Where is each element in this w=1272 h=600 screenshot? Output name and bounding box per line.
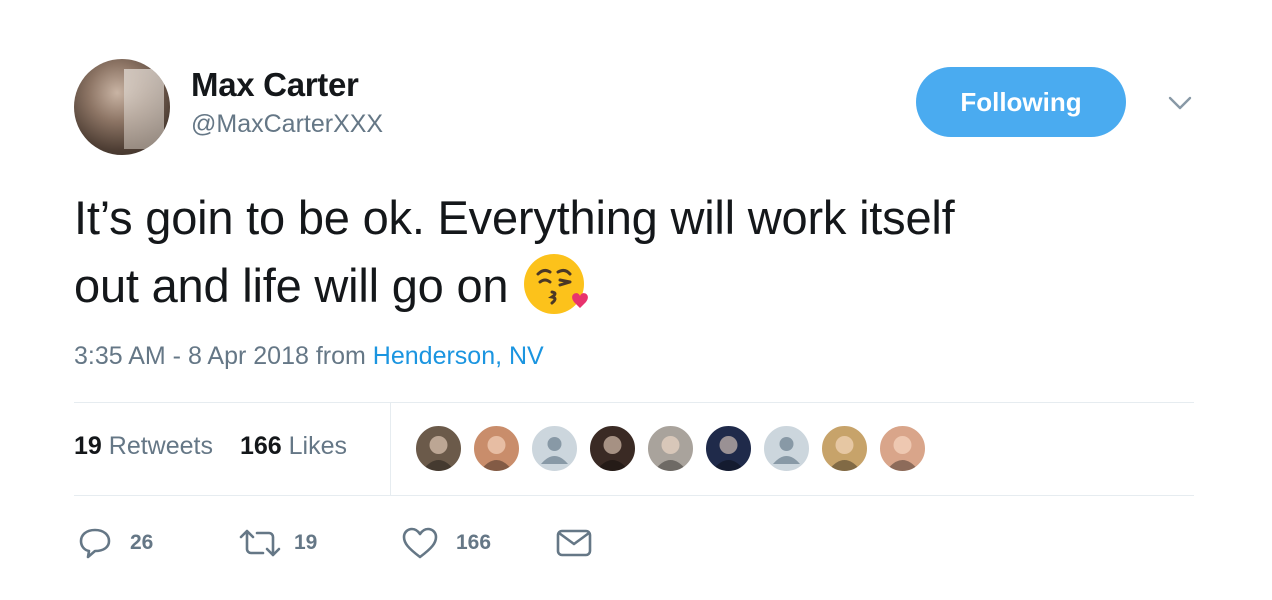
tweet-text: It’s goin to be ok. Everything will work… (74, 184, 1194, 322)
retweet-action[interactable]: 19 (238, 528, 402, 558)
stats-divider (390, 402, 391, 495)
tweet-timestamp[interactable]: 3:35 AM - 8 Apr 2018 (74, 342, 309, 370)
likes-stat[interactable]: 166 Likes (240, 432, 347, 460)
tweet-meta: 3:35 AM - 8 Apr 2018 from Henderson, NV (74, 342, 544, 371)
author-avatar[interactable] (74, 59, 170, 155)
tweet-stats: 19 Retweets 166 Likes (74, 432, 367, 461)
tweet-location-link[interactable]: Henderson, NV (373, 342, 544, 370)
retweet-icon (239, 529, 281, 557)
kissing-face-emoji-icon (524, 253, 589, 314)
retweets-stat[interactable]: 19 Retweets (74, 432, 213, 460)
tweet-text-line-1: It’s goin to be ok. Everything will work… (74, 191, 955, 244)
message-action[interactable] (556, 529, 592, 557)
liker-avatar-9[interactable] (878, 424, 927, 473)
likes-count: 166 (239, 432, 282, 460)
tweet-text-line-2: out and life will go on (74, 252, 1194, 322)
tweet-card: Max Carter @MaxCarterXXX Following It’s … (0, 0, 1272, 600)
retweet-count: 19 (294, 531, 318, 554)
liker-avatar-8[interactable] (820, 424, 869, 473)
retweets-count: 19 (74, 432, 102, 460)
reply-icon (79, 528, 111, 559)
liker-avatar-4[interactable] (588, 424, 637, 473)
chevron-down-icon[interactable] (1166, 92, 1194, 114)
like-action[interactable]: 166 (402, 527, 556, 559)
reply-action[interactable]: 26 (78, 526, 238, 560)
liker-avatar-7-default[interactable] (762, 424, 811, 473)
retweets-label: Retweets (108, 432, 213, 460)
like-count: 166 (456, 531, 492, 554)
liker-avatars (414, 424, 936, 473)
following-button[interactable]: Following (916, 67, 1126, 137)
liker-avatar-5[interactable] (646, 424, 695, 473)
liker-avatar-2[interactable] (472, 424, 521, 473)
tweet-text-line-2-text: out and life will go on (74, 259, 509, 312)
liker-avatar-3-default[interactable] (530, 424, 579, 473)
tweet-actions: 26 19 166 (78, 526, 592, 560)
author-handle[interactable]: @MaxCarterXXX (191, 110, 383, 139)
reply-count: 26 (130, 531, 154, 554)
divider-bottom (74, 495, 1194, 496)
divider-top (74, 402, 1194, 403)
author-display-name[interactable]: Max Carter (191, 66, 359, 104)
from-label: from (315, 342, 366, 370)
likes-label: Likes (288, 432, 347, 460)
liker-avatar-6[interactable] (704, 424, 753, 473)
like-icon (402, 527, 438, 559)
liker-avatar-1[interactable] (414, 424, 463, 473)
message-icon (556, 529, 592, 557)
